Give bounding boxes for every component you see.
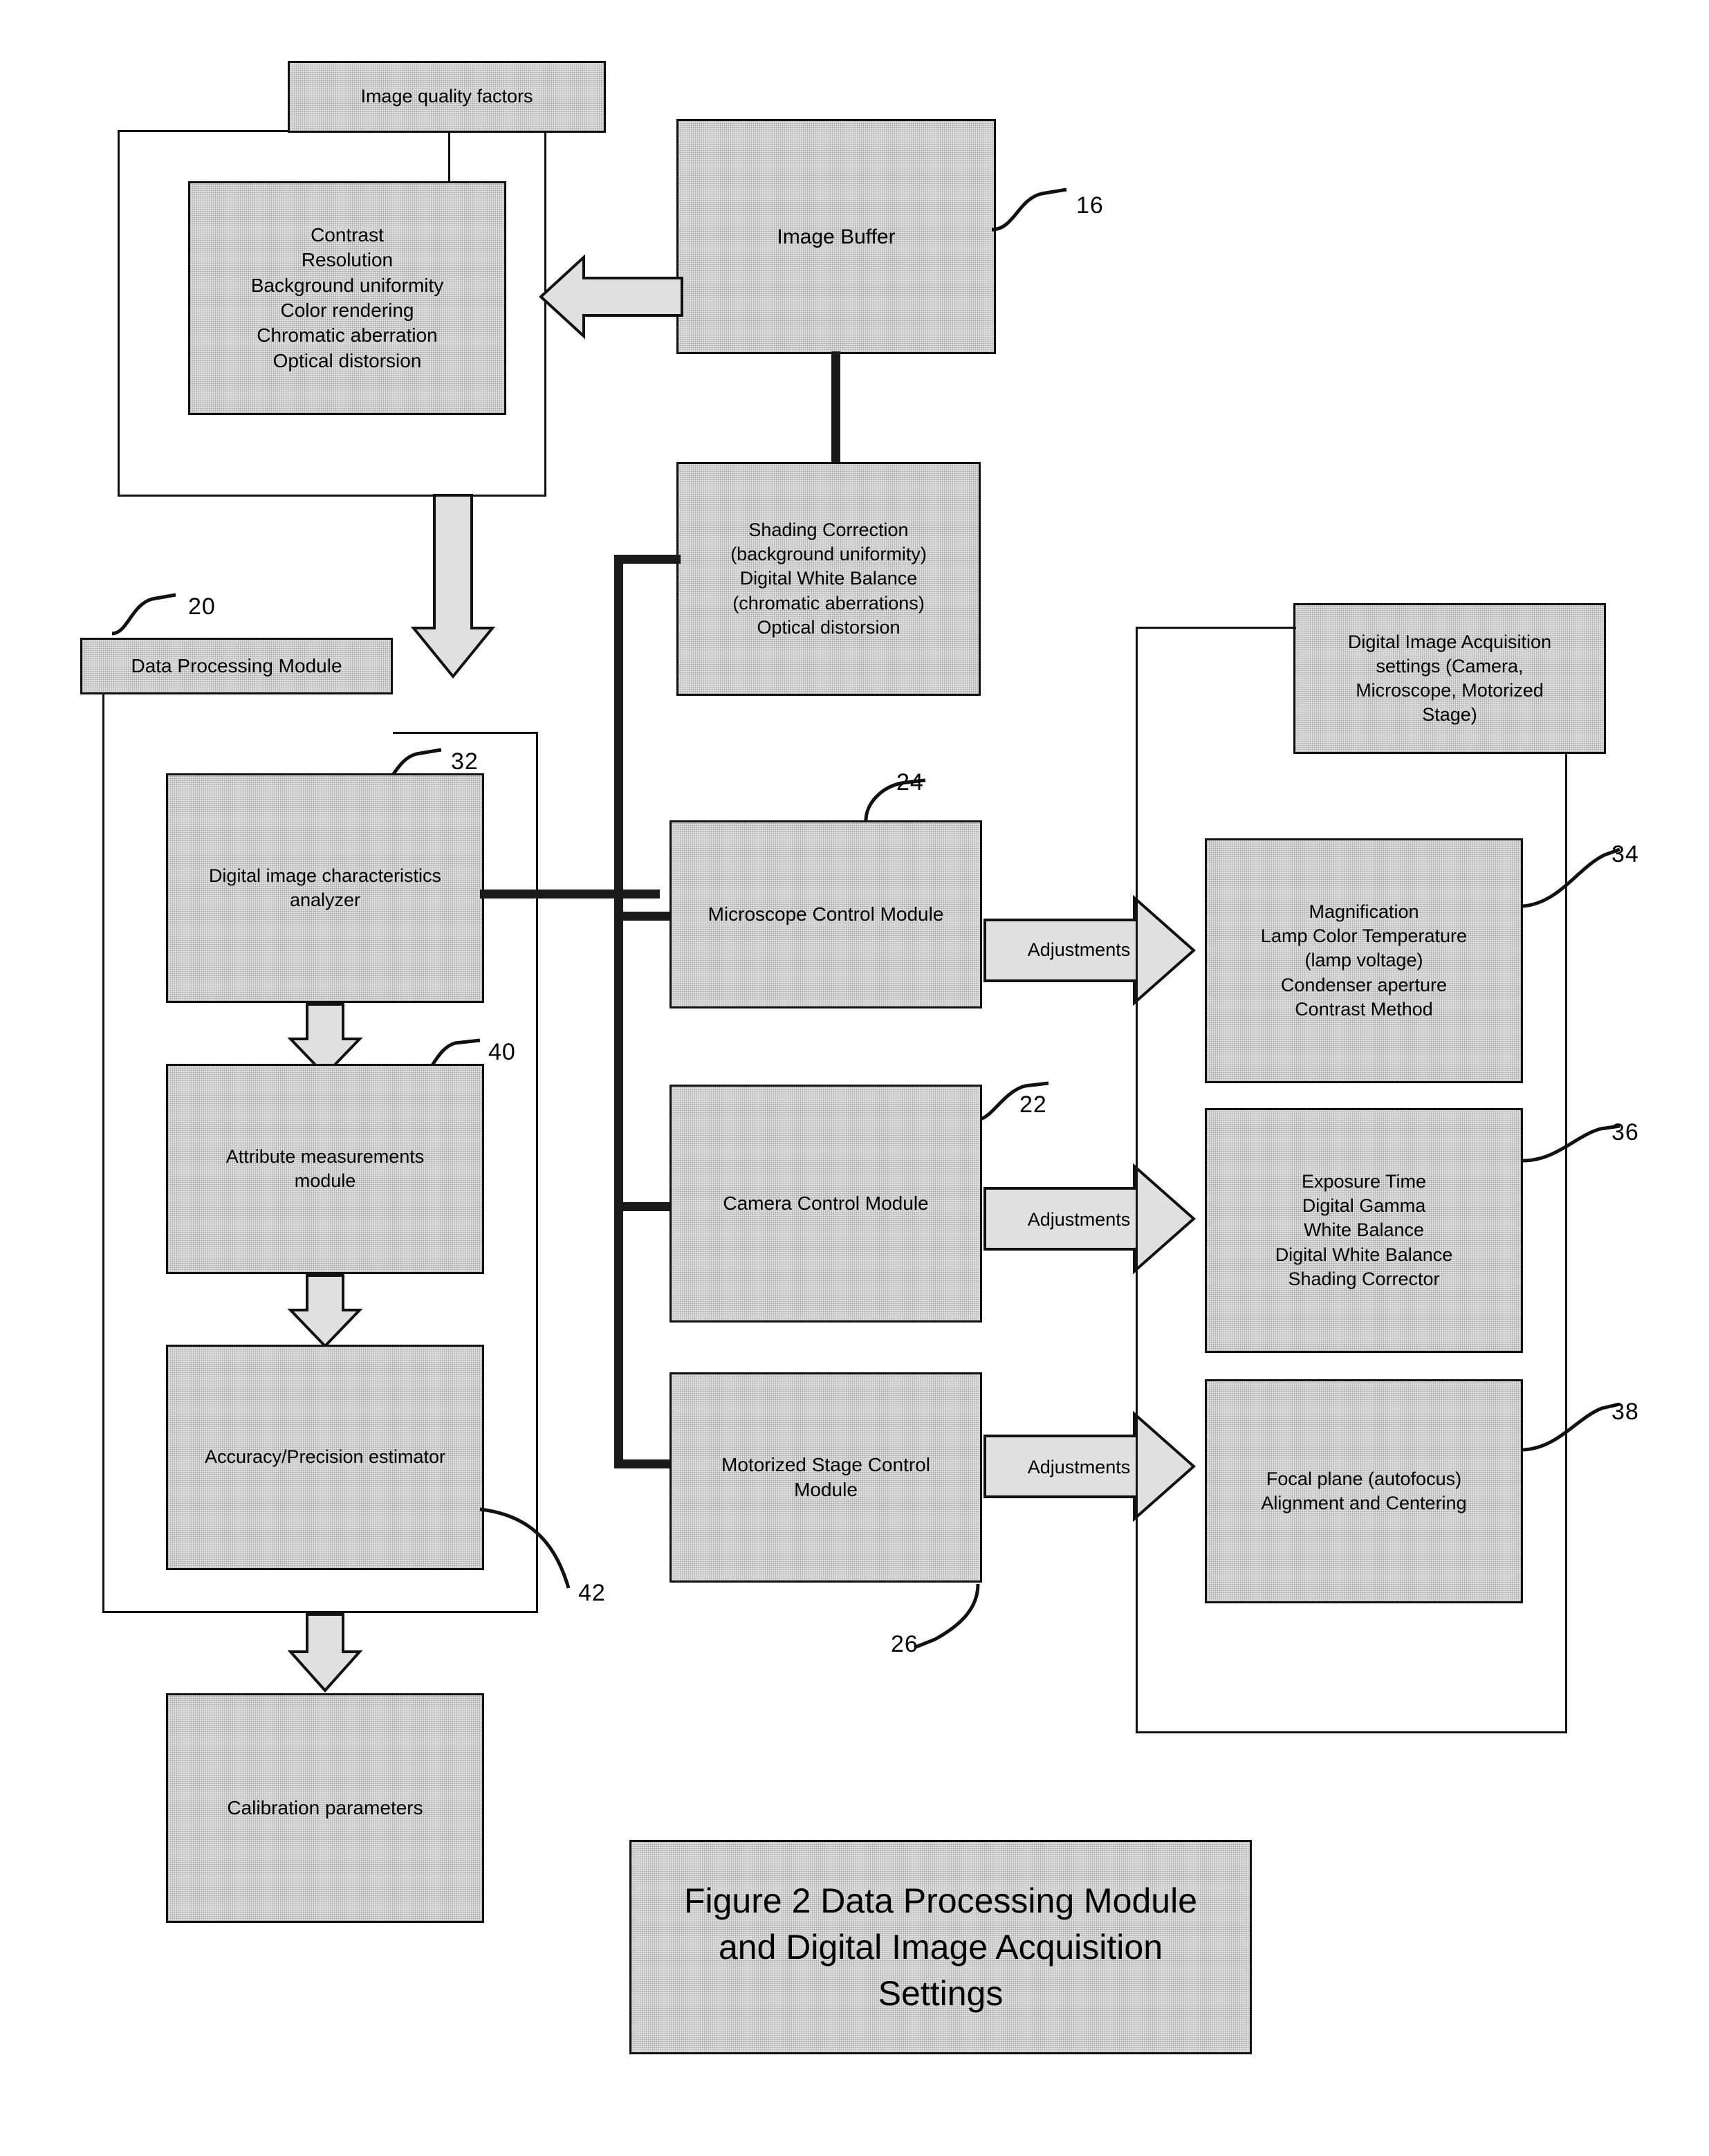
reference-numeral-40: 40 [488, 1039, 516, 1065]
attribute-measurements-module-label: Attribute measurements module [225, 1145, 425, 1191]
stage-settings-label: Focal plane (autofocus) Alignment and Ce… [1261, 1468, 1467, 1513]
digital-image-acquisition-settings-box[interactable]: Digital Image Acquisition settings (Came… [1293, 603, 1606, 754]
figure-caption-text: Figure 2 Data Processing Module and Digi… [683, 1881, 1198, 2013]
acquisition-feedback-left-line [1136, 627, 1138, 1733]
motorized-stage-control-module-box[interactable]: Motorized Stage Control Module [669, 1372, 982, 1583]
accuracy-precision-estimator-label: Accuracy/Precision estimator [204, 1446, 446, 1468]
leader-16 [991, 187, 1067, 232]
camera-settings-label: Exposure Time Digital Gamma White Balanc… [1275, 1171, 1453, 1289]
stage-settings-box[interactable]: Focal plane (autofocus) Alignment and Ce… [1205, 1379, 1523, 1603]
reference-numeral-34: 34 [1611, 841, 1639, 867]
image-buffer-box[interactable]: Image Buffer [676, 119, 996, 354]
dpm-container-left-border [102, 693, 104, 1613]
leader-26 [914, 1583, 980, 1650]
digital-image-acquisition-settings-label: Digital Image Acquisition settings (Came… [1347, 631, 1552, 726]
digital-image-characteristics-analyzer-label: Digital image characteristics analyzer [208, 865, 442, 910]
attribute-measurements-module-box[interactable]: Attribute measurements module [166, 1064, 484, 1274]
shading-correction-label: Shading Correction (background uniformit… [730, 519, 927, 638]
quality-to-dpm-arrow [409, 492, 497, 679]
leader-36 [1522, 1124, 1620, 1163]
buffer-to-shading-bus [831, 351, 840, 465]
reference-numeral-20: 20 [188, 593, 216, 620]
reference-numeral-16: 16 [1076, 192, 1104, 219]
microscope-control-module-box[interactable]: Microscope Control Module [669, 820, 982, 1008]
leader-34 [1522, 847, 1620, 908]
motorized-stage-control-module-label: Motorized Stage Control Module [721, 1453, 930, 1500]
reference-numeral-24: 24 [896, 769, 924, 795]
camera-settings-box[interactable]: Exposure Time Digital Gamma White Balanc… [1205, 1108, 1523, 1353]
image-buffer-label: Image Buffer [777, 225, 896, 248]
accuracy-to-calibration-arrow [285, 1612, 365, 1693]
digital-image-characteristics-analyzer-box[interactable]: Digital image characteristics analyzer [166, 773, 484, 1003]
leader-42 [479, 1507, 571, 1589]
leader-20 [111, 593, 176, 636]
reference-numeral-22: 22 [1019, 1091, 1047, 1118]
bus-to-shading-correction [614, 555, 681, 564]
acquisition-feedback-bottom-line [1136, 1731, 1567, 1733]
accuracy-precision-estimator-box[interactable]: Accuracy/Precision estimator [166, 1345, 484, 1570]
analyzer-bus-horizontal [480, 890, 660, 899]
image-quality-list-label: Contrast Resolution Background uniformit… [250, 223, 444, 371]
image-quality-factors-label: Image quality factors [360, 86, 533, 107]
image-buffer-to-quality-arrow [538, 253, 685, 340]
control-modules-bus-vertical [614, 555, 623, 1468]
camera-control-module-label: Camera Control Module [723, 1192, 929, 1214]
quality-container-down-line [448, 131, 450, 183]
dpm-container-top-border [393, 732, 538, 734]
attribute-to-accuracy-arrow [285, 1273, 365, 1349]
data-processing-module-label: Data Processing Module [131, 654, 342, 676]
calibration-parameters-label: Calibration parameters [227, 1796, 423, 1818]
image-quality-list-box[interactable]: Contrast Resolution Background uniformit… [188, 181, 506, 415]
camera-control-module-box[interactable]: Camera Control Module [669, 1085, 982, 1323]
shading-correction-box[interactable]: Shading Correction (background uniformit… [676, 462, 981, 696]
reference-numeral-36: 36 [1611, 1119, 1639, 1145]
dpm-container-right-border [536, 732, 538, 1613]
acquisition-feedback-top-line [1136, 627, 1296, 629]
microscope-settings-box[interactable]: Magnification Lamp Color Temperature (la… [1205, 838, 1523, 1083]
reference-numeral-38: 38 [1611, 1399, 1639, 1425]
microscope-settings-label: Magnification Lamp Color Temperature (la… [1260, 901, 1468, 1020]
data-processing-module-box[interactable]: Data Processing Module [80, 638, 393, 694]
image-quality-factors-box[interactable]: Image quality factors [288, 61, 606, 133]
reference-numeral-26: 26 [891, 1631, 918, 1657]
leader-38 [1522, 1402, 1620, 1452]
figure-caption-box: Figure 2 Data Processing Module and Digi… [629, 1840, 1252, 2054]
microscope-control-module-label: Microscope Control Module [708, 903, 944, 925]
reference-numeral-42: 42 [578, 1580, 606, 1606]
reference-numeral-32: 32 [451, 748, 479, 775]
patent-figure-canvas: Image quality factors Contrast Resolutio… [0, 0, 1709, 2156]
calibration-parameters-box[interactable]: Calibration parameters [166, 1693, 484, 1923]
